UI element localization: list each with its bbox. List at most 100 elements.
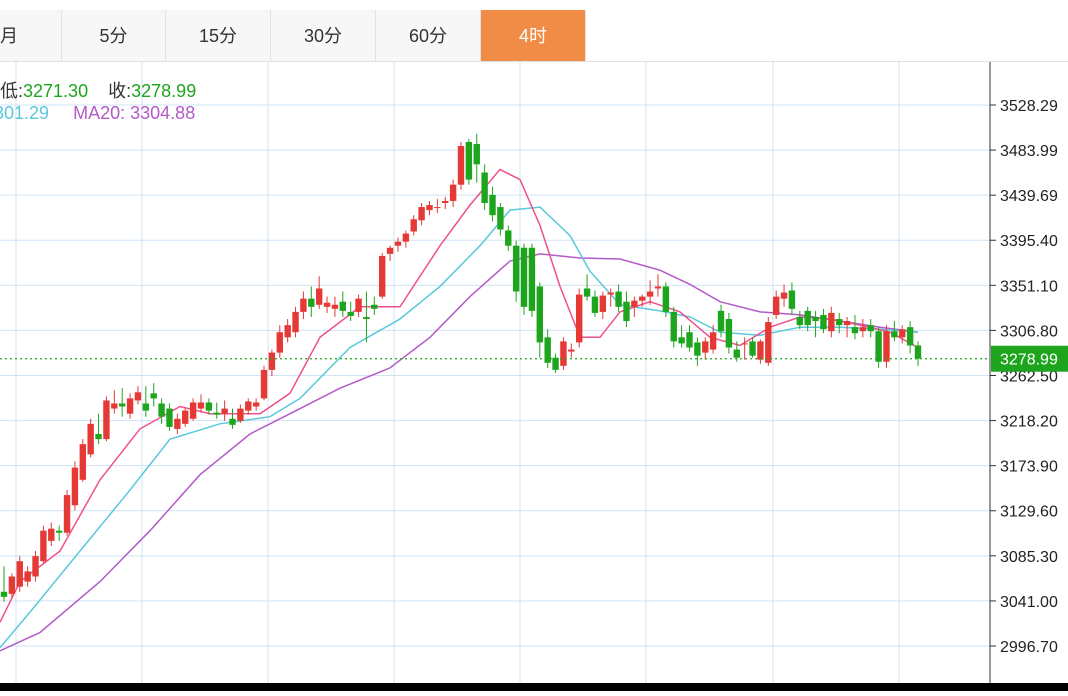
candle-body	[891, 331, 898, 338]
candle	[103, 396, 110, 442]
candle-body	[528, 247, 536, 311]
candle-body	[268, 352, 276, 370]
candle	[292, 306, 299, 338]
chart-svg: 3528.29 3483.99 3439.69 3395.40 3351.10 3306.…	[0, 62, 1068, 691]
ma20-label: MA20:	[73, 103, 126, 123]
candle	[678, 325, 685, 348]
y-tick-label: 3306.80	[1000, 323, 1058, 340]
candle-body	[260, 369, 268, 399]
candle-body	[473, 143, 480, 165]
candle-body	[63, 495, 71, 533]
tab-4hour[interactable]: 4时	[481, 10, 586, 62]
candle-body	[662, 286, 670, 312]
candle-body	[205, 402, 213, 411]
tab-5min[interactable]: 5分	[62, 10, 166, 62]
candlestick-chart[interactable]: 3528.29 3483.99 3439.69 3395.40 3351.10 3306.…	[0, 62, 1068, 691]
candle	[552, 353, 559, 373]
tab-spacer	[586, 10, 1068, 62]
candle-body	[410, 219, 417, 232]
candle-body	[347, 311, 354, 316]
candle	[481, 164, 488, 211]
candle	[48, 522, 55, 546]
candle-body	[355, 298, 362, 312]
y-tick-label: 3173.90	[1000, 459, 1058, 476]
candle	[323, 296, 331, 313]
candle	[442, 196, 449, 210]
candle-body	[646, 291, 654, 297]
candle-body	[111, 403, 118, 409]
candle	[355, 294, 362, 317]
candle-body	[457, 146, 465, 185]
candle	[252, 398, 260, 411]
candle	[87, 418, 94, 458]
candle	[875, 327, 882, 368]
candle	[820, 308, 827, 334]
ma10-value: 301.29	[0, 103, 50, 123]
candle	[812, 310, 819, 338]
candle	[497, 202, 504, 236]
candle-body	[820, 314, 827, 330]
y-tick-label: 2996.70	[1000, 639, 1058, 656]
candle	[583, 274, 591, 301]
candle-body	[702, 341, 709, 353]
candle-body	[379, 255, 386, 297]
candle	[694, 337, 701, 366]
y-tick-label: 3439.69	[1000, 188, 1058, 205]
candle	[308, 286, 315, 317]
candle	[544, 329, 551, 368]
candle-body	[142, 403, 150, 411]
candle-body	[568, 349, 575, 352]
candle	[883, 325, 890, 368]
candle	[371, 296, 378, 315]
candle	[0, 566, 8, 602]
candle-body	[772, 296, 780, 315]
candle	[126, 393, 134, 419]
candle	[339, 291, 347, 317]
bottom-bar	[0, 683, 1068, 691]
candle	[623, 291, 630, 328]
period-tabbar: 月 5分 15分 30分 60分 4时	[0, 0, 1068, 62]
candle	[142, 386, 150, 417]
candle-body	[883, 331, 890, 362]
candle	[749, 337, 756, 358]
candle-body	[79, 444, 86, 480]
ma10-line	[0, 206, 919, 649]
candle-body	[229, 418, 236, 425]
candle-body	[197, 402, 205, 409]
low-value: 3271.30	[23, 81, 89, 101]
candle-body	[575, 294, 583, 343]
candle-body	[717, 310, 725, 332]
tab-15min[interactable]: 15分	[166, 10, 271, 62]
tab-30min[interactable]: 30分	[271, 10, 376, 62]
tab-month[interactable]: 月	[0, 10, 62, 62]
candle-body	[560, 341, 567, 366]
candle	[489, 186, 496, 222]
candle-body	[276, 332, 283, 353]
ma20-value: 3304.88	[130, 103, 196, 123]
current-price-label: 3278.99	[1000, 352, 1058, 369]
candle	[410, 215, 417, 236]
candle-body	[189, 402, 197, 419]
candle	[71, 461, 79, 511]
candle-body	[804, 310, 811, 326]
candle	[331, 296, 339, 317]
candle-body	[426, 205, 433, 211]
ma-layer	[0, 168, 919, 652]
candle-body	[418, 207, 425, 221]
candle-body	[552, 357, 559, 370]
candle-body	[174, 418, 181, 429]
candle	[63, 489, 71, 536]
candle-body	[859, 327, 867, 332]
candle	[796, 310, 804, 330]
candle	[465, 138, 473, 185]
candle-body	[670, 311, 677, 342]
tab-60min[interactable]: 60分	[376, 10, 481, 62]
candle-body	[796, 316, 804, 326]
candle-body	[24, 571, 31, 582]
y-tick-label: 3218.20	[1000, 414, 1058, 431]
candle	[363, 291, 370, 343]
close-value: 3278.99	[131, 81, 197, 101]
candle	[891, 321, 898, 342]
candle	[560, 337, 567, 370]
candle	[662, 282, 670, 317]
